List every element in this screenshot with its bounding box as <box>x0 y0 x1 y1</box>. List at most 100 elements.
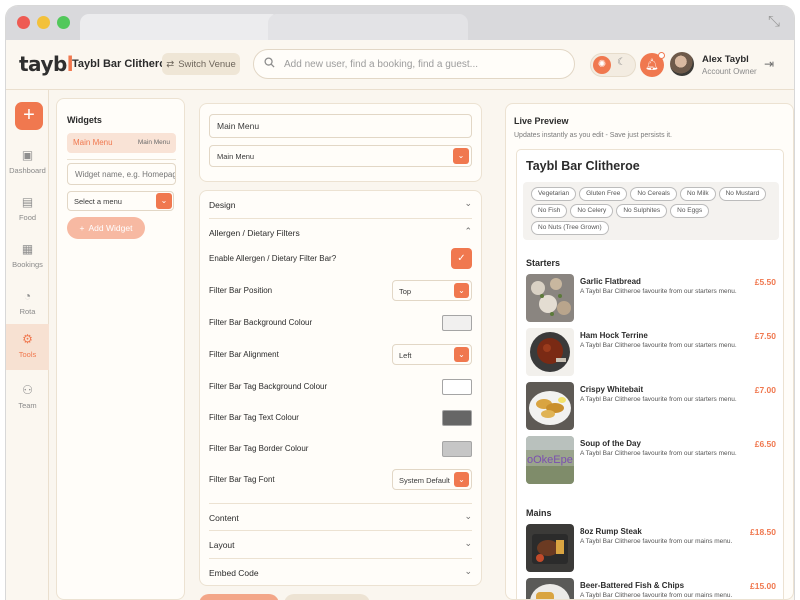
minimize-window-button[interactable] <box>37 16 50 29</box>
item-price: £6.50 <box>754 439 776 449</box>
item-name: Ham Hock Terrine <box>580 331 648 340</box>
filter-tag[interactable]: No Cereals <box>630 187 677 201</box>
chevron-down-icon[interactable]: ⌄ <box>454 283 469 298</box>
chevron-down-icon: ⌄ <box>464 198 472 208</box>
filter-position-select[interactable]: Top ⌄ <box>392 280 472 301</box>
item-price: £18.50 <box>750 527 776 537</box>
colour-swatch[interactable] <box>442 441 472 457</box>
taybl-logo[interactable]: taybl <box>19 52 74 76</box>
chevron-down-icon[interactable]: ⌄ <box>156 193 172 209</box>
filter-tag[interactable]: No Celery <box>570 204 614 218</box>
sun-icon[interactable]: ✺ <box>593 56 611 74</box>
fullscreen-icon[interactable]: ⤡ <box>768 14 784 30</box>
section-title: Content <box>209 513 239 523</box>
enable-filter-checkbox[interactable]: ✓ <box>451 248 472 269</box>
close-window-button[interactable] <box>17 16 30 29</box>
chevron-down-icon: ⌄ <box>464 538 472 548</box>
widget-name-field[interactable] <box>209 114 472 138</box>
menu-item[interactable]: Garlic Flatbread A Taybl Bar Clitheroe f… <box>526 274 778 324</box>
chevron-down-icon[interactable]: ⌄ <box>454 472 469 487</box>
menu-preview: Taybl Bar Clitheroe Vegetarian Gluten Fre… <box>516 149 784 599</box>
item-description: A Taybl Bar Clitheroe favourite from our… <box>580 396 737 403</box>
sidebar-item-rota[interactable]: ◔ Rota <box>6 281 49 325</box>
logout-icon[interactable]: ⇥ <box>764 57 774 71</box>
filter-alignment-select[interactable]: Left ⌄ <box>392 344 472 365</box>
filter-tag[interactable]: Vegetarian <box>531 187 577 201</box>
colour-swatch[interactable] <box>442 315 472 331</box>
create-button[interactable]: + <box>15 102 43 130</box>
filter-tag[interactable]: No Mustard <box>718 187 767 201</box>
menu-dropdown[interactable]: Main Menu ⌄ <box>209 145 472 167</box>
item-description: A Taybl Bar Clitheroe favourite from our… <box>580 592 733 599</box>
svg-text:oOkeEpe: oOkeEpe <box>527 454 573 466</box>
widget-list-item[interactable]: Main Menu Main Menu <box>67 133 176 153</box>
maximize-window-button[interactable] <box>57 16 70 29</box>
section-content[interactable]: Content ⌄ <box>209 503 472 531</box>
browser-tab-active[interactable] <box>80 14 280 40</box>
section-embed[interactable]: Embed Code ⌄ <box>209 559 472 587</box>
field-label: Filter Bar Tag Background Colour <box>209 382 328 391</box>
browser-tab[interactable] <box>268 14 468 40</box>
menu-item[interactable]: oOkeEpe Soup of the Day A Taybl Bar Clit… <box>526 436 778 486</box>
avatar[interactable] <box>670 52 694 76</box>
live-preview-panel: Live Preview Updates instantly as you ed… <box>505 103 794 600</box>
section-layout[interactable]: Layout ⌄ <box>209 531 472 559</box>
chevron-down-icon: ⌄ <box>464 511 472 521</box>
menu-select[interactable]: Select a menu ⌄ <box>67 191 174 211</box>
section-title: Design <box>209 200 236 210</box>
notifications-button[interactable]: 🔔︎ <box>640 52 665 77</box>
plus-icon: + <box>79 223 85 233</box>
filter-position-row: Filter Bar Position Top ⌄ <box>209 278 472 304</box>
sidebar-item-bookings[interactable]: ▦ Bookings <box>6 234 49 278</box>
select-value: Top <box>399 287 412 296</box>
food-image: oOkeEpe <box>526 436 574 484</box>
secondary-button[interactable] <box>284 594 370 600</box>
tag-font-select[interactable]: System Default ⌄ <box>392 469 472 490</box>
divider <box>67 159 176 160</box>
filter-tag[interactable]: No Milk <box>679 187 716 201</box>
chevron-down-icon[interactable]: ⌄ <box>453 148 469 164</box>
sidebar-item-dashboard[interactable]: ▣ Dashboard <box>6 140 49 184</box>
sidebar-item-food[interactable]: ▤ Food <box>6 187 49 231</box>
global-search[interactable] <box>253 49 575 79</box>
filter-tag[interactable]: No Eggs <box>670 204 710 218</box>
filter-tag[interactable]: No Nuts (Tree Grown) <box>531 221 609 235</box>
switch-venue-button[interactable]: ⇄ Switch Venue <box>162 53 240 75</box>
widget-type: Main Menu <box>137 139 170 146</box>
filter-tag[interactable]: No Fish <box>531 204 568 218</box>
search-input[interactable] <box>284 58 564 70</box>
dietary-filter-bar: Vegetarian Gluten Free No Cereals No Milk No… <box>523 182 779 240</box>
venue-name: Taybl Bar Clitheroe <box>72 58 173 70</box>
browser-window: ⤡ taybl Taybl Bar Clitheroe ⇄ Switch Ven… <box>6 6 794 600</box>
tag-font-row: Filter Bar Tag Font System Default ⌄ <box>209 467 472 493</box>
menu-item[interactable]: Beer-Battered Fish & Chips A Taybl Bar C… <box>526 578 778 599</box>
colour-swatch[interactable] <box>442 379 472 395</box>
field-label: Filter Bar Tag Font <box>209 475 275 484</box>
item-price: £7.50 <box>754 331 776 341</box>
menu-item[interactable]: Ham Hock Terrine A Taybl Bar Clitheroe f… <box>526 328 778 378</box>
filter-tag[interactable]: No Sulphites <box>616 204 668 218</box>
colour-swatch[interactable] <box>442 410 472 426</box>
widget-name-input[interactable] <box>67 163 176 185</box>
sidebar-item-tools[interactable]: ⚙ Tools <box>6 324 49 370</box>
theme-toggle[interactable]: ✺ ☾ <box>590 53 636 77</box>
food-icon: ▤ <box>21 195 34 209</box>
menu-dropdown-value: Main Menu <box>217 152 255 161</box>
item-price: £5.50 <box>754 277 776 287</box>
user-role: Account Owner <box>702 67 757 76</box>
item-price: £7.00 <box>754 385 776 395</box>
filter-tag[interactable]: Gluten Free <box>579 187 628 201</box>
chevron-down-icon[interactable]: ⌄ <box>454 347 469 362</box>
moon-icon[interactable]: ☾ <box>617 57 626 68</box>
tools-icon: ⚙ <box>22 332 33 346</box>
section-design[interactable]: Design ⌄ <box>209 191 472 219</box>
add-widget-button[interactable]: + Add Widget <box>67 217 145 239</box>
sidebar-item-team[interactable]: ⚇ Team <box>6 375 49 419</box>
category-heading: Mains <box>526 508 552 518</box>
save-button[interactable] <box>199 594 279 600</box>
menu-item[interactable]: 8oz Rump Steak A Taybl Bar Clitheroe fav… <box>526 524 778 574</box>
section-title: Layout <box>209 540 235 550</box>
section-allergen[interactable]: Allergen / Dietary Filters ⌃ <box>209 219 472 247</box>
menu-item[interactable]: Crispy Whitebait A Taybl Bar Clitheroe f… <box>526 382 778 432</box>
field-label: Filter Bar Tag Text Colour <box>209 413 299 422</box>
